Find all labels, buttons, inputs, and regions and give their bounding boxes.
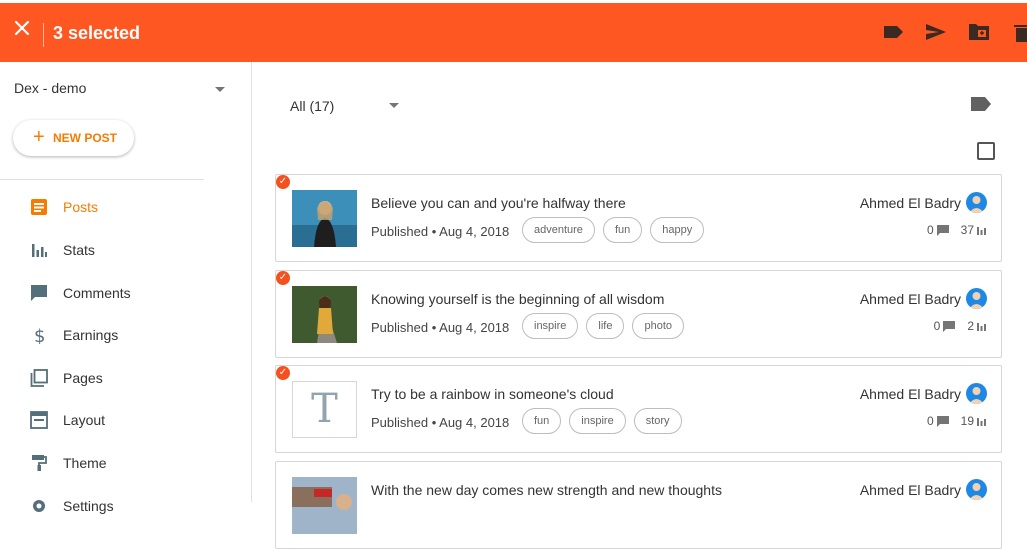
post-row[interactable]: ✓ Believe you can and you're halfway the… <box>275 174 1002 262</box>
tag-chip[interactable]: inspire <box>569 408 626 434</box>
new-post-label: NEW POST <box>53 131 118 145</box>
sidebar-item-theme[interactable]: Theme <box>0 443 252 483</box>
delete-icon[interactable] <box>1011 20 1027 44</box>
sidebar-item-layout[interactable]: Layout <box>0 400 252 440</box>
view-count: 37 <box>960 223 974 237</box>
sidebar-item-posts[interactable]: Posts <box>0 187 252 227</box>
settings-icon <box>33 500 45 512</box>
plus-icon: + <box>33 126 45 148</box>
comment-count: 0 <box>926 223 934 237</box>
sidebar-item-settings[interactable]: Settings <box>0 486 252 526</box>
label-icon[interactable] <box>882 20 906 44</box>
post-row[interactable]: With the new day comes new strength and … <box>275 461 1002 549</box>
post-thumbnail <box>292 286 357 343</box>
tag-chip[interactable]: story <box>633 408 682 434</box>
tag-chip[interactable]: life <box>586 313 625 339</box>
views-icon <box>977 227 986 235</box>
post-author: Ahmed El Badry <box>859 195 961 211</box>
post-status: Published • Aug 4, 2018 <box>371 224 510 239</box>
posts-icon <box>31 199 47 215</box>
post-stats: 0 2 <box>934 319 987 333</box>
post-author: Ahmed El Badry <box>859 386 961 402</box>
sidebar-item-earnings[interactable]: $ Earnings <box>0 315 252 355</box>
sidebar-item-label: Pages <box>63 370 103 386</box>
sidebar-item-label: Settings <box>63 498 114 514</box>
send-icon[interactable] <box>924 20 948 44</box>
sidebar-item-label: Comments <box>63 285 131 301</box>
tag-chip[interactable]: fun <box>522 408 562 434</box>
blog-selector[interactable]: Dex - demo <box>14 80 86 96</box>
sidebar-divider <box>0 179 204 180</box>
comment-icon <box>943 320 956 332</box>
sidebar-item-label: Layout <box>63 412 106 428</box>
posts-panel: All (17) ✓ Believe you can and you're ha… <box>253 62 1027 549</box>
view-count: 19 <box>960 414 974 428</box>
comment-count: 0 <box>933 319 941 333</box>
chevron-down-icon[interactable] <box>389 103 399 108</box>
tag-list: inspire life photo <box>522 313 684 339</box>
svg-text:$: $ <box>34 326 45 344</box>
post-author: Ahmed El Badry <box>859 482 961 498</box>
toolbar-divider <box>43 23 44 47</box>
post-stats: 0 37 <box>927 223 987 237</box>
post-status: Published • Aug 4, 2018 <box>371 415 510 430</box>
view-count: 2 <box>967 319 974 333</box>
comments-icon <box>31 285 47 301</box>
chevron-down-icon[interactable] <box>215 87 225 92</box>
avatar <box>966 192 987 213</box>
post-stats: 0 19 <box>927 414 987 428</box>
post-title[interactable]: With the new day comes new strength and … <box>371 482 722 498</box>
post-filter-select[interactable]: All (17) <box>290 98 334 114</box>
post-thumbnail <box>292 477 357 534</box>
stats-icon <box>32 244 47 257</box>
selected-check-icon[interactable]: ✓ <box>276 271 290 285</box>
tag-chip[interactable]: photo <box>632 313 684 339</box>
select-all-checkbox[interactable] <box>977 142 995 160</box>
avatar <box>966 383 987 404</box>
sidebar-item-pages[interactable]: Pages <box>0 358 252 398</box>
views-icon <box>977 418 986 426</box>
selected-check-icon[interactable]: ✓ <box>276 366 290 380</box>
theme-icon <box>32 455 47 471</box>
move-to-folder-icon[interactable] <box>967 20 991 44</box>
new-post-button[interactable]: + NEW POST <box>13 120 134 156</box>
sidebar-item-stats[interactable]: Stats <box>0 230 252 270</box>
close-icon[interactable] <box>13 19 31 37</box>
post-thumbnail-placeholder: T <box>292 381 357 438</box>
comment-count: 0 <box>926 414 934 428</box>
pages-icon <box>30 369 48 387</box>
tag-chip[interactable]: fun <box>602 217 643 243</box>
label-icon[interactable] <box>971 97 991 111</box>
post-title[interactable]: Knowing yourself is the beginning of all… <box>371 291 664 307</box>
post-status: Published • Aug 4, 2018 <box>371 320 510 335</box>
tag-chip[interactable]: happy <box>650 217 705 243</box>
post-row[interactable]: ✓ Knowing yourself is the beginning of a… <box>275 270 1002 358</box>
post-thumbnail <box>292 190 357 247</box>
selected-count: 3 selected <box>53 23 141 43</box>
tag-chip[interactable]: inspire <box>522 313 579 339</box>
sidebar-item-label: Theme <box>63 455 107 471</box>
tag-chip[interactable]: adventure <box>522 217 595 243</box>
comment-icon <box>936 415 949 427</box>
selected-check-icon[interactable]: ✓ <box>276 175 290 189</box>
avatar <box>966 479 987 500</box>
dollar-icon: $ <box>34 326 45 344</box>
post-row[interactable]: ✓ T Try to be a rainbow in someone's clo… <box>275 365 1002 453</box>
sidebar-item-label: Stats <box>63 242 95 258</box>
comment-icon <box>936 224 949 236</box>
post-title[interactable]: Believe you can and you're halfway there <box>371 195 626 211</box>
post-author: Ahmed El Badry <box>859 291 961 307</box>
sidebar-item-comments[interactable]: Comments <box>0 273 252 313</box>
sidebar-item-label: Earnings <box>63 327 119 343</box>
avatar <box>966 288 987 309</box>
post-title[interactable]: Try to be a rainbow in someone's cloud <box>371 386 614 402</box>
sidebar-item-label: Posts <box>63 199 99 215</box>
selection-toolbar: 3 selected <box>0 3 1027 62</box>
tag-list: adventure fun happy <box>522 217 705 243</box>
views-icon <box>977 323 986 331</box>
tag-list: fun inspire story <box>522 408 682 434</box>
layout-icon <box>30 411 48 429</box>
sidebar: Dex - demo + NEW POST Posts Stats Commen… <box>0 62 252 514</box>
